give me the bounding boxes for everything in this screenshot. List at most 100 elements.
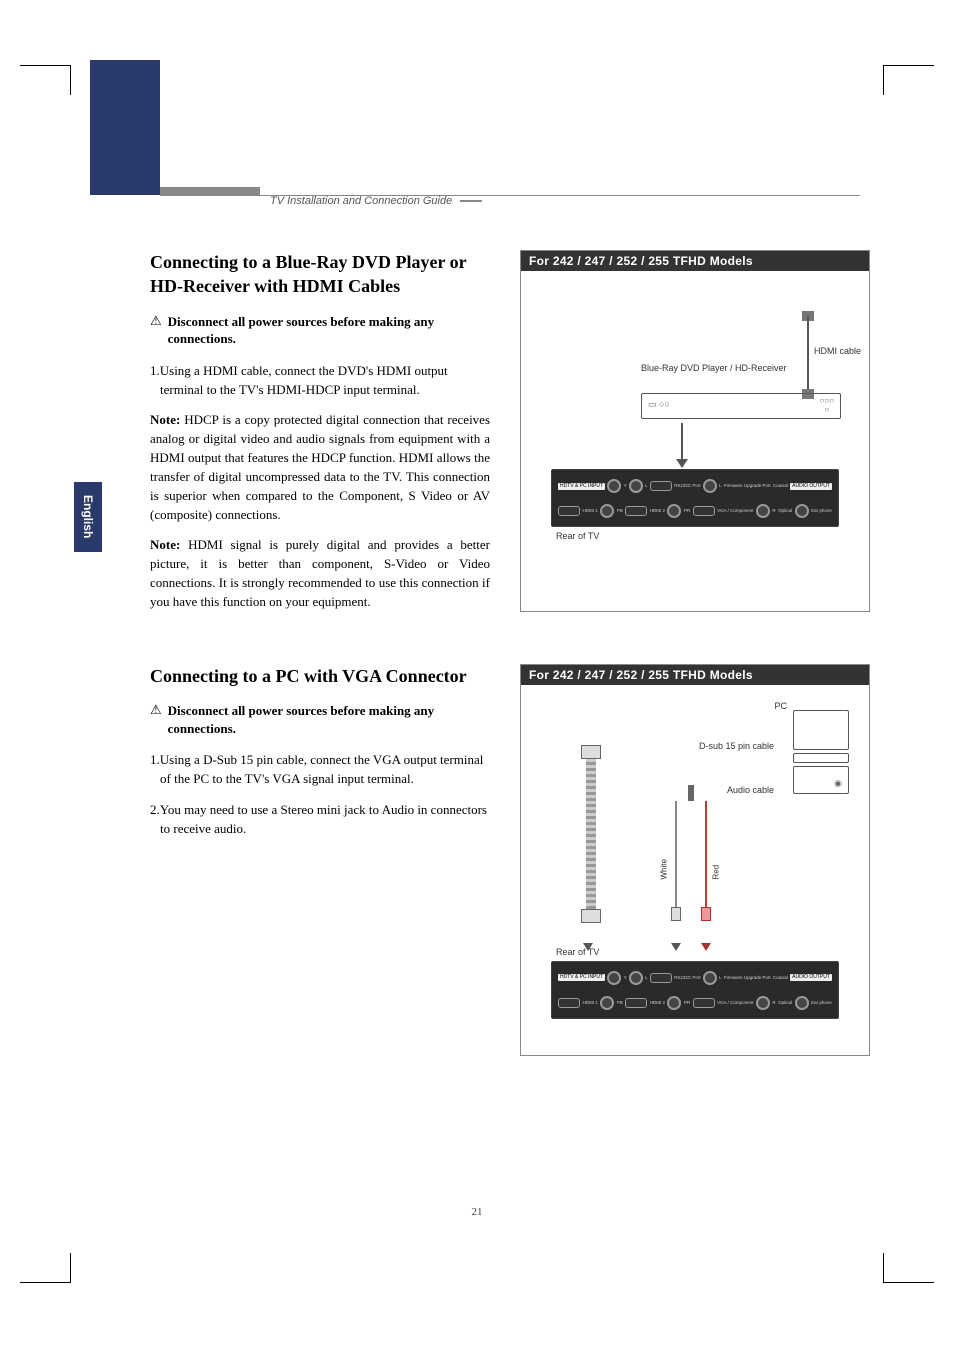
panel-row-bottom: HDMI 1 PB HDMI 2 PR VGA / Component	[558, 992, 832, 1014]
port-hdmi1-label: HDMI 1	[582, 1001, 597, 1006]
diagram-hdmi-body: HDMI cable Blue-Ray DVD Player / HD-Rece…	[521, 271, 869, 611]
port-l-label: L	[645, 484, 648, 489]
crop-mark	[20, 65, 70, 66]
audio-cable-icon	[661, 785, 721, 935]
arrow-down-icon	[671, 943, 681, 951]
port-y-label: Y	[624, 976, 627, 981]
minijack-icon	[688, 785, 694, 801]
step-2: 2.You may need to use a Stereo mini jack…	[150, 801, 490, 839]
section-vga-diagram: For 242 / 247 / 252 / 255 TFHD Models PC…	[520, 664, 870, 1056]
port-icon	[607, 971, 621, 985]
page: English TV Installation and Connection G…	[0, 0, 954, 1348]
port-pb-label: PB	[617, 1001, 623, 1006]
note-label: Note:	[150, 412, 180, 427]
port-icon	[600, 996, 614, 1010]
port-icon	[756, 504, 770, 518]
port-icon	[629, 971, 643, 985]
port-icon	[703, 479, 717, 493]
warning-icon: ⚠	[150, 313, 162, 348]
panel-hdtv-pc-label: HDTV & PC INPUT	[558, 974, 605, 981]
rca-white-icon	[671, 907, 681, 921]
step-1: 1.Using a HDMI cable, connect the DVD's …	[150, 362, 490, 400]
rs232-port-icon	[650, 973, 672, 983]
port-optical-label: Optical	[778, 509, 792, 514]
step-1: 1.Using a D-Sub 15 pin cable, connect th…	[150, 751, 490, 789]
vga-cable-icon	[576, 745, 606, 925]
port-icon	[629, 479, 643, 493]
port-l2-label: L	[719, 976, 722, 981]
breadcrumb: TV Installation and Connection Guide	[270, 195, 452, 207]
port-vga-label: VGA / Component	[717, 509, 753, 514]
hdmi-cable-label: HDMI cable	[814, 346, 861, 357]
arrow-down-icon	[676, 459, 688, 468]
audio-split-icon	[661, 801, 721, 921]
port-y-label: Y	[624, 484, 627, 489]
player-label: Blue-Ray DVD Player / HD-Receiver	[641, 363, 787, 374]
dsub-label: D-sub 15 pin cable	[699, 741, 774, 752]
port-l-label: L	[645, 976, 648, 981]
section-hdmi-text: Connecting to a Blue-Ray DVD Player or H…	[150, 250, 490, 624]
port-icon	[667, 996, 681, 1010]
port-icon	[600, 504, 614, 518]
panel-audio-out-label: AUDIO OUTPUT	[790, 974, 832, 981]
section-vga-title: Connecting to a PC with VGA Connector	[150, 664, 490, 688]
warning-text: Disconnect all power sources before maki…	[168, 702, 490, 737]
warning-row: ⚠ Disconnect all power sources before ma…	[150, 702, 490, 737]
port-firmware-label: Firmware Upgrade Port	[724, 976, 771, 981]
rear-of-tv-label: Rear of TV	[556, 947, 599, 957]
crop-mark	[883, 65, 884, 95]
cable-drop-icon	[681, 423, 683, 463]
section-hdmi-diagram: For 242 / 247 / 252 / 255 TFHD Models HD…	[520, 250, 870, 624]
port-rs232-label: RS232C Port	[674, 976, 701, 981]
port-icon	[607, 479, 621, 493]
hdmi-port-icon	[558, 506, 580, 516]
diagram-vga: For 242 / 247 / 252 / 255 TFHD Models PC…	[520, 664, 870, 1056]
tv-rear-panel-icon: HDTV & PC INPUT Y L RS232C Port L Firmwa…	[551, 469, 839, 527]
panel-row-bottom: HDMI 1 PB HDMI 2 PR VGA / Component	[558, 500, 832, 522]
rear-of-tv-label: Rear of TV	[556, 531, 599, 541]
content: Connecting to a Blue-Ray DVD Player or H…	[150, 250, 870, 1096]
port-icon	[795, 504, 809, 518]
hdmi-cable-icon	[807, 316, 809, 396]
panel-hdtv-pc-label: HDTV & PC INPUT	[558, 483, 605, 490]
vga-port-icon	[693, 998, 715, 1008]
port-icon	[703, 971, 717, 985]
language-tab: English	[74, 482, 102, 552]
port-pr-label: PR	[684, 1001, 690, 1006]
port-icon	[667, 504, 681, 518]
header-dash	[460, 200, 482, 202]
port-pr-label: PR	[684, 509, 690, 514]
audio-cable-label: Audio cable	[727, 785, 774, 795]
hdmi-port-icon	[625, 506, 647, 516]
tv-rear-panel-icon: HDTV & PC INPUT Y L RS232C Port L Firmwa…	[551, 961, 839, 1019]
hdmi-cable-label-text: HDMI cable	[814, 346, 861, 356]
crop-mark	[884, 65, 934, 66]
header-accent	[160, 187, 260, 195]
port-firmware-label: Firmware Upgrade Port	[724, 484, 771, 489]
player-device-icon	[641, 393, 841, 419]
section-vga-text: Connecting to a PC with VGA Connector ⚠ …	[150, 664, 490, 1056]
note-1: Note: HDCP is a copy protected digital c…	[150, 411, 490, 524]
port-earphone-label: Ear phone	[811, 1001, 832, 1006]
port-icon	[756, 996, 770, 1010]
warning-icon: ⚠	[150, 702, 162, 737]
page-number: 21	[0, 1206, 954, 1218]
note-2: Note: HDMI signal is purely digital and …	[150, 536, 490, 611]
hdmi-port-icon	[625, 998, 647, 1008]
crop-mark	[884, 1282, 934, 1283]
port-coaxial-label: Coaxial	[773, 484, 788, 489]
note-1-text: HDCP is a copy protected digital connect…	[150, 412, 490, 521]
port-earphone-label: Ear phone	[811, 509, 832, 514]
vga-cable-body-icon	[586, 759, 596, 909]
rs232-port-icon	[650, 481, 672, 491]
port-l2-label: L	[719, 484, 722, 489]
audio-red-wire-icon	[705, 801, 707, 911]
crop-mark	[883, 1253, 884, 1283]
port-vga-label: VGA / Component	[717, 1001, 753, 1006]
audio-white-wire-icon	[675, 801, 677, 911]
pc-label: PC	[774, 701, 787, 711]
section-hdmi: Connecting to a Blue-Ray DVD Player or H…	[150, 250, 870, 624]
panel-row-top: HDTV & PC INPUT Y L RS232C Port L Firmwa…	[558, 966, 832, 990]
hdmi-port-icon	[558, 998, 580, 1008]
crop-mark	[70, 65, 71, 95]
